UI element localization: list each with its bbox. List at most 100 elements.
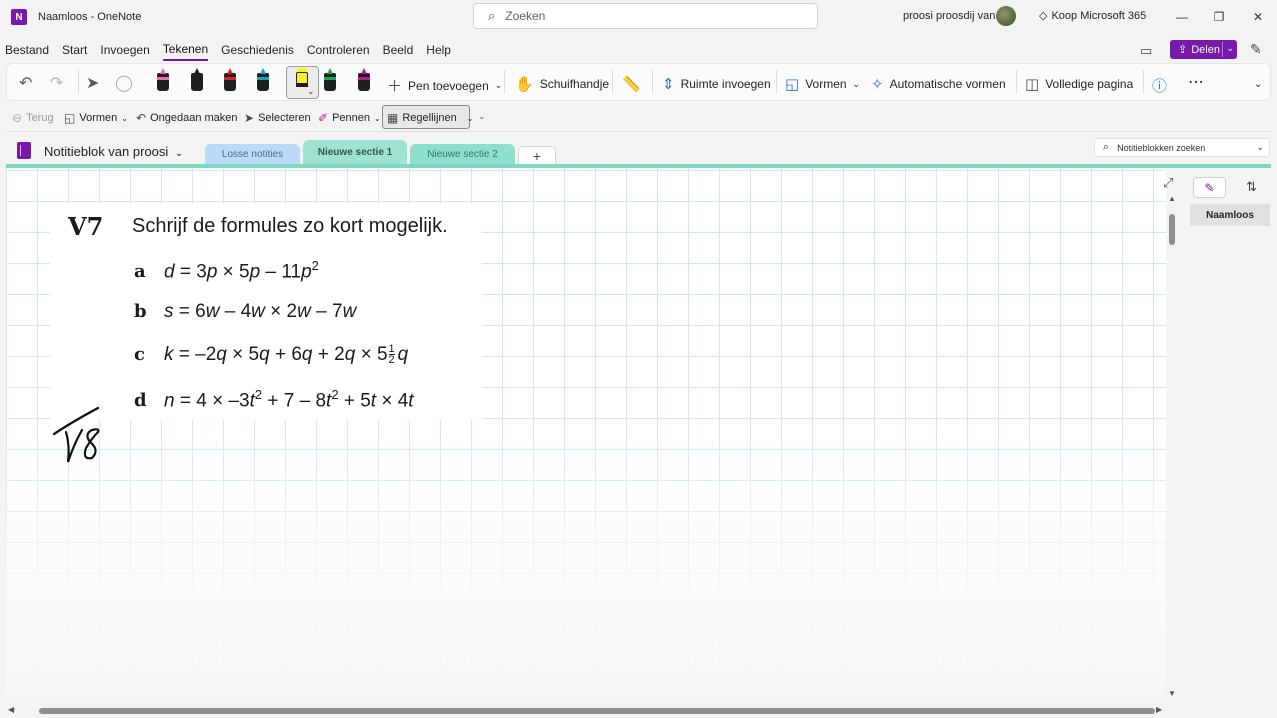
onenote-logo-icon: N [11,9,27,25]
chevron-down-icon[interactable]: ⌄ [1226,43,1234,54]
pan-button[interactable]: ✋ Schuifhandje [515,75,609,93]
back-button[interactable]: ⊖ Terug [12,111,54,125]
plus-icon: ＋ [387,78,403,95]
pen-pink-icon[interactable] [154,68,172,96]
formula-row-a: a d = 3p × 5p – 11p2 [134,258,319,283]
horizontal-scrollbar[interactable]: ◀ ▶ [6,704,1166,718]
lasso-icon[interactable]: ◯ [115,73,133,93]
more-options-icon[interactable]: ⋯ [1188,72,1204,92]
notebook-picker[interactable]: Notitieblok van proosi ⌄ [44,144,183,159]
avatar[interactable] [996,6,1016,26]
pens-dropdown[interactable]: ✐ Pennen ⌄ [318,111,381,125]
diamond-icon: ◇ [1039,10,1048,22]
add-pen-button[interactable]: ＋ Pen toevoegen ⌄ [387,75,502,96]
buy-label: Koop Microsoft 365 [1051,9,1147,22]
menu-geschiedenis[interactable]: Geschiedenis [221,40,294,60]
scroll-up-icon[interactable]: ▲ [1168,194,1176,203]
undo-icon[interactable]: ↶ [19,73,32,93]
chevron-down-icon[interactable]: ⌄ [1254,79,1262,90]
minimize-button[interactable]: — [1172,7,1192,27]
insert-space-button[interactable]: ⇕ Ruimte invoegen [662,75,771,93]
formula-d: n = 4 × –3t2 + 7 – 8t2 + 5t × 4t [164,387,414,412]
pen-teal-icon[interactable] [254,68,272,96]
formula-c: k = –2q × 5q + 6q + 2q × 512q [164,343,409,367]
search-input[interactable]: ⌕ Zoeken [473,3,818,29]
formula-row-d: d n = 4 × –3t2 + 7 – 8t2 + 5t × 4t [134,387,414,412]
scroll-right-icon[interactable]: ▶ [1156,705,1162,714]
menu-beeld[interactable]: Beeld [383,40,414,60]
rule-lines-dropdown[interactable]: ▦ Regellijnen ⌄ [387,111,473,125]
shapes-icon: ◱ [64,111,76,125]
share-button[interactable]: ⇪ Delen ⌄ [1170,40,1237,59]
comments-icon[interactable]: ✎ [1250,41,1262,58]
section-tab-nieuwe-sectie-1[interactable]: Nieuwe sectie 1 [303,140,407,165]
chevron-down-icon: ⌄ [466,113,474,123]
search-icon: ⌕ [1103,141,1110,153]
menu-bestand[interactable]: Bestand [5,40,49,60]
expand-icon[interactable]: ⤢ [1163,175,1173,191]
vertical-scroll-thumb[interactable] [1169,214,1175,245]
auto-shapes-button[interactable]: ✧ Automatische vormen [871,75,1006,93]
account-name[interactable]: proosi proosdij van [903,10,995,22]
buy-microsoft-365-button[interactable]: ◇ Koop Microsoft 365 [1039,9,1147,23]
hand-icon: ✋ [515,76,534,93]
menu-bar: Bestand Start Invoegen Tekenen Geschiede… [0,38,1277,62]
add-section-button[interactable]: + [518,146,556,165]
select-cursor-icon[interactable]: ➤ [86,73,99,93]
menu-help[interactable]: Help [426,40,451,60]
chevron-down-icon: ⌄ [494,80,503,90]
onenote-window: N Naamloos - OneNote ⌕ Zoeken proosi pro… [0,0,1277,718]
title-bar: N Naamloos - OneNote ⌕ Zoeken proosi pro… [0,0,1277,34]
shapes-button[interactable]: ◱ Vormen ⌄ [785,75,860,93]
handwritten-ink[interactable] [52,404,108,466]
menu-controleren[interactable]: Controleren [307,40,370,60]
full-page-button[interactable]: ◫ Volledige pagina [1025,75,1133,93]
pen-black-icon[interactable] [188,68,206,96]
menu-tekenen[interactable]: Tekenen [162,39,209,61]
search-icon: ⌕ [488,8,496,23]
help-icon: ⓘ [1152,78,1168,95]
quick-draw-toolbar: ⊖ Terug ◱ Vormen ⌄ ↶ Ongedaan maken ➤ Se… [6,103,1271,132]
section-tab-losse-notities[interactable]: Losse notities [205,144,300,165]
scroll-down-icon[interactable]: ▼ [1168,689,1176,698]
shapes-dropdown[interactable]: ◱ Vormen ⌄ [64,111,128,125]
menu-invoegen[interactable]: Invoegen [100,40,149,60]
customize-toolbar-icon[interactable]: ⌄ [478,111,486,122]
ruler-button[interactable]: 📏 [622,75,641,93]
ruler-icon: 📏 [622,76,641,93]
chevron-down-icon: ⌄ [121,113,128,123]
pen-purple-icon[interactable] [355,68,373,96]
section-tab-nieuwe-sectie-2[interactable]: Nieuwe sectie 2 [410,144,515,165]
pen-green-icon[interactable] [321,68,339,96]
pen-red-icon[interactable] [221,68,239,96]
page-item-naamloos[interactable]: Naamloos [1190,204,1270,226]
share-icon: ⇪ [1178,44,1188,56]
notebook-search-input[interactable]: ⌕ Notitieblokken zoeken ⌄ [1094,138,1270,157]
horizontal-scroll-thumb[interactable] [39,708,1155,714]
close-button[interactable]: ✕ [1248,7,1268,27]
formula-a: d = 3p × 5p – 11p2 [164,258,319,283]
chevron-down-icon: ⌄ [852,78,861,89]
select-button[interactable]: ➤ Selecteren [244,111,311,125]
redo-icon[interactable]: ↷ [50,73,63,93]
window-title: Naamloos - OneNote [38,11,142,23]
full-page-icon: ◫ [1025,76,1040,93]
undo-icon: ↶ [136,111,147,125]
sort-icon[interactable]: ⇅ [1246,179,1257,195]
pens-icon: ✐ [318,111,329,125]
scroll-left-icon[interactable]: ◀ [8,705,14,714]
notebook-view-icon[interactable]: ▭ [1140,43,1152,59]
help-button[interactable]: ⓘ [1152,75,1167,96]
chevron-down-icon: ⌄ [1256,142,1264,152]
chevron-down-icon: ⌄ [174,148,184,159]
shapes-icon: ◱ [785,76,800,93]
exercise-image[interactable]: V7 Schrijf de formules zo kort mogelijk.… [50,204,482,420]
vertical-scrollbar[interactable]: ▲ ▼ [1166,192,1178,705]
new-page-button[interactable]: ✎ [1193,177,1226,198]
undo-button[interactable]: ↶ Ongedaan maken [136,111,238,125]
menu-start[interactable]: Start [62,40,87,60]
chevron-down-icon[interactable]: ⌄ [307,86,315,97]
maximize-button[interactable]: ❐ [1209,7,1229,27]
notebook-section-bar: Notitieblok van proosi ⌄ Losse notities … [0,136,1277,165]
page-canvas[interactable]: V7 Schrijf de formules zo kort mogelijk.… [6,168,1166,703]
